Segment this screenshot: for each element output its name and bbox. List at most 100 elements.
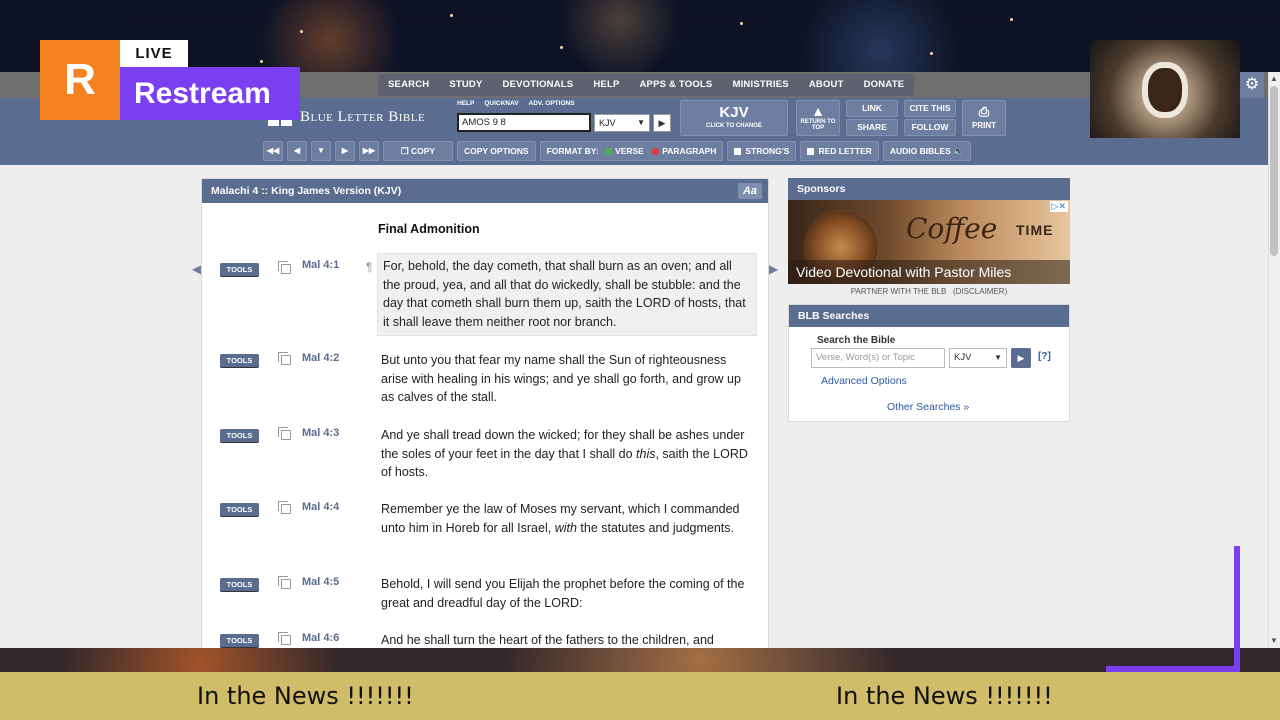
help-link[interactable]: HELP (457, 100, 474, 107)
scroll-up-icon[interactable]: ▲ (1270, 74, 1278, 84)
next-chapter-button[interactable]: ▶ (335, 141, 355, 161)
paragraph-off-icon[interactable] (652, 148, 660, 156)
tools-button[interactable]: TOOLS (220, 578, 259, 591)
audio-bibles-button[interactable]: AUDIO BIBLES 🔈 (882, 141, 971, 161)
arrow-up-icon: ▲ (811, 103, 825, 119)
top-nav-menu: SEARCH STUDY DEVOTIONALS HELP APPS & TOO… (378, 74, 915, 96)
verse-text: Behold, I will send you Elijah the proph… (381, 577, 745, 610)
prev-chapter-button[interactable]: ◀ (287, 141, 307, 161)
nav-donate[interactable]: DONATE (854, 74, 915, 96)
nav-search[interactable]: SEARCH (378, 74, 439, 96)
verse-selected-icon[interactable] (605, 148, 613, 156)
verse-reference[interactable]: Mal 4:6 (302, 632, 339, 644)
bible-search-go-button[interactable]: ▶ (1011, 348, 1031, 368)
quicknav-link[interactable]: QUICKNAV (484, 100, 518, 107)
ad-close-icon[interactable]: ▷✕ (1049, 201, 1068, 212)
ad-title: Coffee (906, 212, 998, 245)
nav-devotionals[interactable]: DEVOTIONALS (493, 74, 584, 96)
verse-italic-word: with (554, 520, 577, 535)
tools-button[interactable]: TOOLS (220, 634, 259, 647)
verse-reference[interactable]: Mal 4:5 (302, 576, 339, 588)
search-bible-label: Search the Bible (817, 335, 896, 346)
prev-book-button[interactable]: ◀◀ (263, 141, 283, 161)
tools-button[interactable]: TOOLS (220, 354, 259, 367)
return-to-top-label: RETURN TO TOP (800, 119, 836, 131)
quick-search-input[interactable]: AMOS 9 8 (457, 113, 591, 132)
version-change-button[interactable]: KJV CLICK TO CHANGE (680, 100, 788, 136)
link-button[interactable]: LINK (846, 100, 898, 117)
copy-icon[interactable] (278, 427, 291, 440)
copy-icon[interactable] (278, 632, 291, 645)
search-go-button[interactable]: ▶ (653, 114, 671, 132)
streamer-avatar (1090, 40, 1240, 138)
bible-search-input[interactable]: Verse, Word(s) or Topic (811, 348, 945, 368)
copy-icon[interactable] (278, 576, 291, 589)
jump-down-button[interactable]: ▼ (311, 141, 331, 161)
gear-icon[interactable]: ⚙ (1240, 72, 1264, 98)
passage-header: Malachi 4 :: King James Version (KJV) Aa (202, 179, 768, 203)
other-searches-link[interactable]: Other Searches » (887, 401, 969, 413)
scroll-down-icon[interactable]: ▼ (1270, 636, 1278, 646)
return-to-top-button[interactable]: ▲ RETURN TO TOP (796, 100, 840, 136)
tools-button[interactable]: TOOLS (220, 503, 259, 516)
disclaimer-link[interactable]: (DISCLAIMER) (953, 287, 1007, 296)
verse-reference[interactable]: Mal 4:1 (302, 259, 339, 271)
cite-this-button[interactable]: CITE THIS (904, 100, 956, 117)
partner-link[interactable]: PARTNER WITH THE BLB (851, 287, 947, 296)
live-badge: LIVE (120, 40, 188, 67)
verse-reference[interactable]: Mal 4:3 (302, 427, 339, 439)
click-to-change-label: CLICK TO CHANGE (706, 123, 762, 129)
page-scrollbar[interactable]: ▲ ▼ (1268, 72, 1280, 648)
next-page-arrow-icon[interactable]: ▶ (769, 262, 778, 276)
tools-button[interactable]: TOOLS (220, 429, 259, 442)
next-book-button[interactable]: ▶▶ (359, 141, 379, 161)
play-icon: ▶ (658, 118, 666, 128)
prev-page-arrow-icon[interactable]: ◀ (192, 262, 201, 276)
verse-reference[interactable]: Mal 4:2 (302, 352, 339, 364)
version-select[interactable]: KJV ▼ (594, 114, 650, 132)
ad-caption: Video Devotional with Pastor Miles (788, 260, 1070, 284)
copy-options-button[interactable]: COPY OPTIONS (457, 141, 536, 161)
verse-reference[interactable]: Mal 4:4 (302, 501, 339, 513)
nav-study[interactable]: STUDY (439, 74, 492, 96)
copy-icon[interactable] (278, 352, 291, 365)
tools-button[interactable]: TOOLS (220, 263, 259, 276)
checkbox-icon (734, 148, 742, 156)
verse-option[interactable]: VERSE (615, 146, 644, 156)
nav-about[interactable]: ABOUT (799, 74, 854, 96)
passage-title: Malachi 4 :: King James Version (KJV) (211, 185, 402, 197)
strongs-toggle[interactable]: STRONG'S (727, 141, 797, 161)
verse-text: Remember ye the law of Moses my servant,… (381, 500, 756, 537)
red-letter-toggle[interactable]: RED LETTER (800, 141, 879, 161)
paragraph-option[interactable]: PARAGRAPH (662, 146, 716, 156)
font-size-toggle[interactable]: Aa (738, 183, 762, 199)
search-help-link[interactable]: [?] (1038, 351, 1051, 362)
follow-button[interactable]: FOLLOW (904, 119, 956, 136)
print-button[interactable]: ⎙ PRINT (962, 100, 1006, 136)
copy-label: COPY (410, 146, 436, 156)
ticker-text-right: In the News !!!!!!! (836, 682, 1053, 710)
nav-help[interactable]: HELP (583, 74, 629, 96)
sponsor-ad[interactable]: Coffee TIME ▷✕ Video Devotional with Pas… (788, 200, 1070, 284)
nav-ministries[interactable]: MINISTRIES (722, 74, 798, 96)
verse-text: And ye shall tread down the wicked; for … (381, 426, 756, 482)
copy-icon[interactable] (278, 501, 291, 514)
audio-bibles-label: AUDIO BIBLES (889, 146, 951, 156)
scroll-thumb[interactable] (1270, 86, 1278, 256)
search-version-select[interactable]: KJV ▼ (949, 348, 1007, 368)
print-label: PRINT (972, 121, 996, 130)
passage-panel: Malachi 4 :: King James Version (KJV) Aa… (201, 178, 769, 648)
nav-apps-tools[interactable]: APPS & TOOLS (630, 74, 723, 96)
sponsors-panel: Sponsors Coffee TIME ▷✕ Video Devotional… (788, 178, 1070, 296)
share-button[interactable]: SHARE (846, 119, 898, 136)
verse-italic-word: this (636, 446, 656, 461)
verse-text-part: the statutes and judgments. (576, 520, 734, 535)
paragraph-icon: ¶ (366, 260, 373, 274)
copy-button[interactable]: ❐ COPY (383, 141, 453, 161)
ticker-text-left: In the News !!!!!!! (197, 682, 414, 710)
advanced-options-link[interactable]: Advanced Options (821, 375, 907, 387)
copy-icon[interactable] (278, 261, 291, 274)
adv-options-link[interactable]: ADV. OPTIONS (529, 100, 575, 107)
play-icon: ▶ (1017, 353, 1025, 363)
chevron-down-icon: ▼ (994, 353, 1002, 362)
